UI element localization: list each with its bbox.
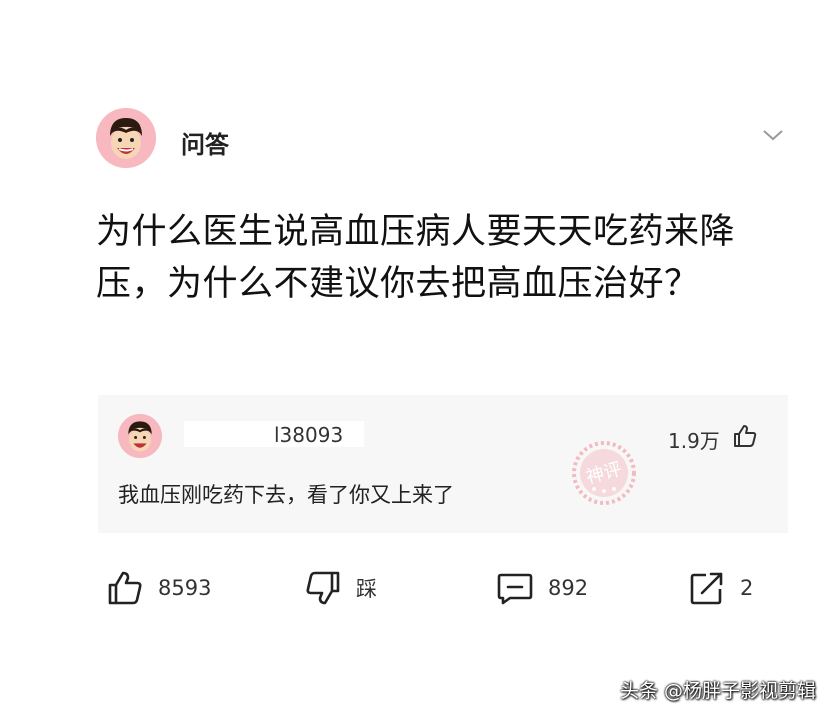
share-icon (690, 572, 723, 605)
commenter-avatar[interactable] (118, 414, 162, 458)
comment-text: 我血压刚吃药下去，看了你又上来了 (118, 483, 454, 507)
source-watermark: 头条 @杨胖子影视剪辑 (619, 680, 816, 702)
like-button[interactable]: 8593 (106, 568, 211, 608)
chevron-down-icon[interactable] (762, 128, 784, 142)
hot-comment-stamp-icon: 神评 (572, 441, 636, 505)
author-name[interactable]: 问答 (181, 125, 229, 160)
like-count: 8593 (158, 576, 212, 600)
commenter-username[interactable]: l38093 (274, 423, 343, 447)
share-button[interactable]: 2 (688, 568, 753, 608)
thumbs-down-icon (306, 571, 340, 605)
share-count: 2 (740, 576, 754, 600)
comment-like-count: 1.9万 (668, 429, 720, 453)
question-text: 为什么医生说高血压病人要天天吃药来降压，为什么不建议你去把高血压治好？ (96, 212, 736, 304)
dislike-label: 踩 (356, 577, 377, 601)
thumbs-up-icon[interactable] (732, 423, 758, 449)
thumbs-up-icon (108, 571, 142, 605)
top-comment-card[interactable]: l38093 神评 1.9万 我血压刚吃药下去，看了你又上来了 (98, 395, 788, 533)
comment-icon (497, 573, 533, 605)
author-avatar[interactable] (96, 108, 156, 168)
comment-button[interactable]: 892 (496, 568, 588, 608)
comment-count: 892 (548, 576, 589, 600)
dislike-button[interactable]: 踩 (304, 568, 377, 608)
